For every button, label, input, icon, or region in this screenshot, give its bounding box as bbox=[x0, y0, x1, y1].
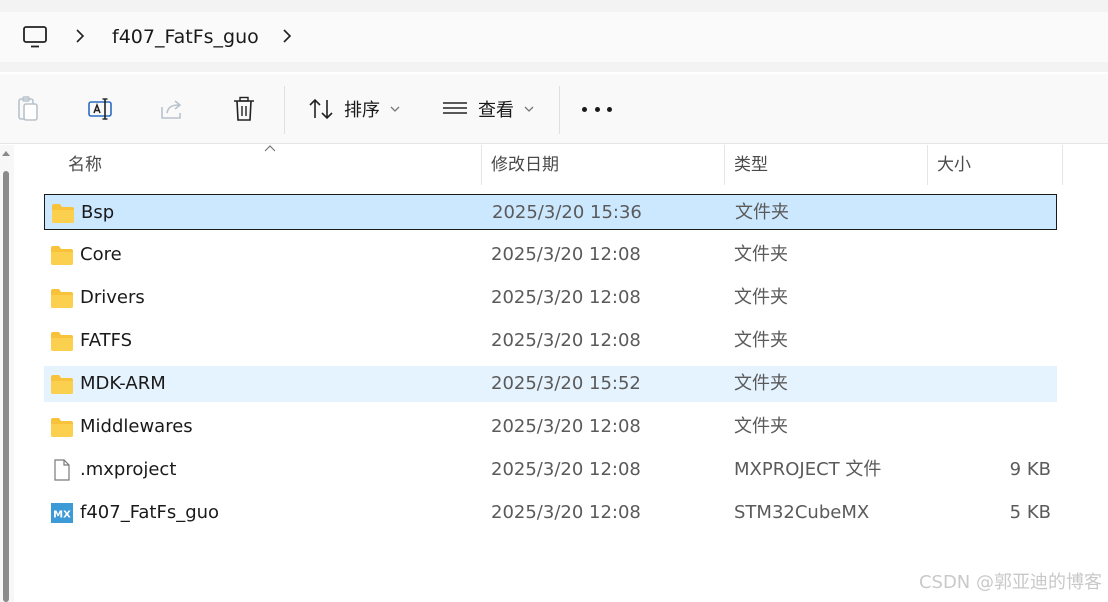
copy-button[interactable] bbox=[13, 94, 43, 124]
file-date: 2025/3/20 12:08 bbox=[491, 459, 641, 480]
file-row[interactable]: FATFS 2025/3/20 12:08 文件夹 bbox=[44, 323, 1057, 359]
chevron-down-icon bbox=[390, 106, 400, 112]
sort-ascending-icon bbox=[264, 145, 276, 152]
rename-button[interactable] bbox=[85, 94, 115, 124]
command-bar: 排序 查看 bbox=[0, 74, 1108, 144]
watermark: CSDN @郭亚迪的博客 bbox=[918, 572, 1102, 593]
file-name[interactable]: Drivers bbox=[80, 280, 145, 316]
sort-arrows-icon bbox=[309, 98, 333, 120]
sort-label: 排序 bbox=[344, 100, 380, 121]
share-button[interactable] bbox=[157, 94, 187, 124]
file-type: 文件夹 bbox=[735, 202, 789, 223]
clipboard-copy-icon bbox=[18, 96, 38, 121]
rename-icon bbox=[88, 98, 112, 120]
file-type: 文件夹 bbox=[734, 330, 788, 351]
address-bar[interactable]: f407_FatFs_guo bbox=[0, 12, 1108, 62]
title-area: f407_FatFs_guo bbox=[0, 0, 1108, 72]
file-size: 5 KB bbox=[1009, 502, 1051, 523]
file-date: 2025/3/20 15:52 bbox=[491, 373, 641, 394]
scrollbar-thumb[interactable] bbox=[3, 171, 9, 602]
navigation-pane-scrollbar[interactable] bbox=[0, 145, 14, 602]
toolbar-divider bbox=[284, 86, 285, 134]
file-type: 文件夹 bbox=[734, 244, 788, 265]
file-type: MXPROJECT 文件 bbox=[734, 459, 882, 480]
trash-icon bbox=[234, 96, 254, 121]
file-name[interactable]: MDK-ARM bbox=[80, 366, 166, 402]
file-row[interactable]: Bsp 2025/3/20 15:36 文件夹 bbox=[44, 194, 1057, 230]
column-divider[interactable] bbox=[481, 145, 482, 185]
file-type: 文件夹 bbox=[734, 373, 788, 394]
breadcrumb-current-folder[interactable]: f407_FatFs_guo bbox=[112, 25, 259, 49]
file-row[interactable]: Core 2025/3/20 12:08 文件夹 bbox=[44, 237, 1057, 273]
file-row[interactable]: Drivers 2025/3/20 12:08 文件夹 bbox=[44, 280, 1057, 316]
chevron-right-icon[interactable] bbox=[281, 28, 293, 44]
view-lines-icon bbox=[443, 102, 467, 114]
file-type: 文件夹 bbox=[734, 287, 788, 308]
scroll-up-arrow-icon[interactable] bbox=[2, 151, 10, 156]
chevron-right-icon[interactable] bbox=[74, 28, 86, 44]
file-type: 文件夹 bbox=[734, 416, 788, 437]
file-row[interactable]: MX f407_FatFs_guo 2025/3/20 12:08 STM32Cube… bbox=[44, 495, 1057, 531]
file-name[interactable]: Bsp bbox=[81, 195, 114, 231]
more-options-button[interactable] bbox=[582, 96, 612, 122]
file-name[interactable]: f407_FatFs_guo bbox=[80, 495, 219, 531]
column-header-date[interactable]: 修改日期 bbox=[491, 145, 559, 185]
view-label: 查看 bbox=[478, 100, 514, 121]
delete-button[interactable] bbox=[229, 94, 259, 124]
column-divider[interactable] bbox=[927, 145, 928, 185]
file-row[interactable]: MDK-ARM 2025/3/20 15:52 文件夹 bbox=[44, 366, 1057, 402]
file-date: 2025/3/20 12:08 bbox=[491, 244, 641, 265]
file-type: STM32CubeMX bbox=[734, 502, 870, 523]
file-name[interactable]: Core bbox=[80, 237, 122, 273]
column-divider[interactable] bbox=[1062, 145, 1063, 185]
view-button[interactable]: 查看 bbox=[442, 94, 534, 124]
chevron-down-icon bbox=[524, 106, 534, 112]
file-row[interactable]: Middlewares 2025/3/20 12:08 文件夹 bbox=[44, 409, 1057, 445]
share-icon bbox=[161, 100, 182, 119]
file-name[interactable]: FATFS bbox=[80, 323, 132, 359]
file-name[interactable]: Middlewares bbox=[80, 409, 193, 445]
file-date: 2025/3/20 12:08 bbox=[491, 287, 641, 308]
file-date: 2025/3/20 12:08 bbox=[491, 416, 641, 437]
svg-text:MX: MX bbox=[53, 510, 71, 521]
column-divider[interactable] bbox=[724, 145, 725, 185]
file-size: 9 KB bbox=[1009, 459, 1051, 480]
toolbar-divider bbox=[559, 86, 560, 134]
file-row[interactable]: .mxproject 2025/3/20 12:08 MXPROJECT 文件 9 K… bbox=[44, 452, 1057, 488]
file-date: 2025/3/20 12:08 bbox=[491, 502, 641, 523]
pc-monitor-icon[interactable] bbox=[22, 25, 48, 49]
sort-button[interactable]: 排序 bbox=[308, 94, 400, 124]
file-date: 2025/3/20 12:08 bbox=[491, 330, 641, 351]
more-dots-icon bbox=[582, 106, 587, 112]
column-header-name[interactable]: 名称 bbox=[68, 145, 102, 185]
column-header-size[interactable]: 大小 bbox=[937, 145, 971, 185]
file-name[interactable]: .mxproject bbox=[80, 452, 176, 488]
file-date: 2025/3/20 15:36 bbox=[492, 202, 642, 223]
column-header-type[interactable]: 类型 bbox=[734, 145, 768, 185]
